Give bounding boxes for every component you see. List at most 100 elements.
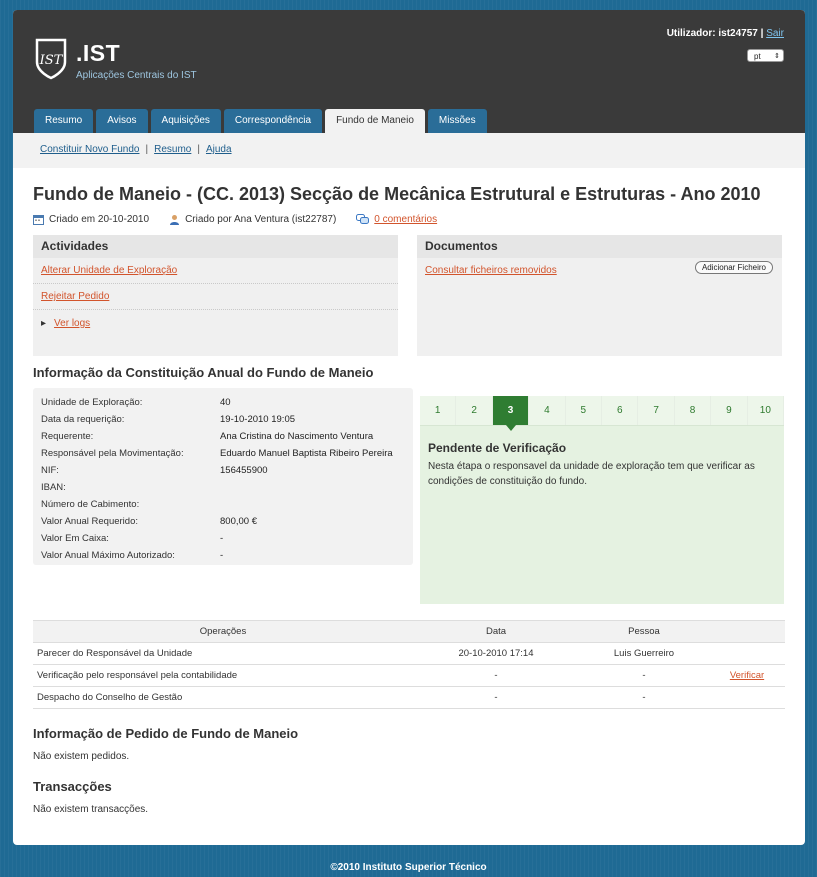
- info-row: Data da requerição: 19-10-2010 19:05: [41, 411, 405, 428]
- subnav-ajuda[interactable]: Ajuda: [206, 144, 232, 155]
- info-value: 156455900: [220, 465, 268, 476]
- info-key: Número de Cabimento:: [41, 499, 140, 510]
- col-action: [709, 620, 785, 643]
- info-row: IBAN:: [41, 479, 405, 496]
- sub-navigation: Constituir Novo Fundo | Resumo | Ajuda: [13, 133, 805, 168]
- documents-panel: Documentos Consultar ficheiros removidos…: [417, 235, 782, 356]
- transactions-title: Transacções: [33, 779, 112, 794]
- brand-name[interactable]: .IST: [76, 40, 120, 67]
- info-section-title: Informação da Constituição Anual do Fund…: [33, 365, 374, 380]
- info-value: 40: [220, 397, 231, 408]
- tab-correspondencia[interactable]: Correspondência: [223, 109, 323, 133]
- reject-request-link[interactable]: Rejeitar Pedido: [33, 284, 398, 310]
- operations-header-row: Operações Data Pessoa: [33, 620, 785, 643]
- op-name: Verificação pelo responsável pela contab…: [33, 664, 413, 687]
- page-meta: Criado em 20-10-2010 Criado por Ana Vent…: [33, 214, 457, 225]
- process-step-9[interactable]: 9: [711, 396, 748, 425]
- subnav-constituir-novo-fundo[interactable]: Constituir Novo Fundo: [40, 144, 140, 155]
- select-arrows-icon: ⇕: [774, 53, 780, 60]
- page-frame: IST .IST Aplicações Centrais do IST Util…: [13, 10, 805, 845]
- info-key: Valor Em Caixa:: [41, 533, 109, 544]
- comments-icon: [356, 214, 370, 224]
- user-info: Utilizador: ist24757 | Sair: [667, 28, 784, 39]
- status-title: Pendente de Verificação: [428, 441, 567, 455]
- subnav-resumo[interactable]: Resumo: [154, 144, 191, 155]
- info-key: Valor Anual Requerido:: [41, 516, 138, 527]
- removed-files-link[interactable]: Consultar ficheiros removidos: [425, 265, 557, 276]
- info-row: Valor Em Caixa: -: [41, 530, 405, 547]
- info-row: NIF: 156455900: [41, 462, 405, 479]
- header: IST .IST Aplicações Centrais do IST Util…: [13, 10, 805, 133]
- op-action: [709, 686, 785, 709]
- comments-link[interactable]: 0 comentários: [374, 214, 437, 225]
- info-key: IBAN:: [41, 482, 66, 493]
- op-person: -: [579, 686, 709, 709]
- col-pessoa: Pessoa: [579, 620, 709, 643]
- process-panel: 1 2 3 4 5 6 7 8 9 10 Pendente de Verific…: [420, 396, 785, 604]
- op-action: [709, 642, 785, 665]
- info-row: Requerente: Ana Cristina do Nascimento Ve…: [41, 428, 405, 445]
- user-label: Utilizador: ist24757 |: [666, 28, 764, 39]
- process-step-5[interactable]: 5: [565, 396, 603, 425]
- add-file-button[interactable]: Adicionar Ficheiro: [694, 261, 773, 274]
- process-step-1[interactable]: 1: [420, 396, 457, 425]
- op-date: -: [413, 686, 579, 709]
- process-step-2[interactable]: 2: [456, 396, 493, 425]
- verify-link[interactable]: Verificar: [730, 670, 764, 681]
- op-date: -: [413, 664, 579, 687]
- col-operacoes: Operações: [33, 620, 413, 643]
- calendar-icon: [33, 215, 44, 225]
- documents-title: Documentos: [417, 235, 782, 258]
- logout-link[interactable]: Sair: [766, 28, 784, 39]
- process-step-6[interactable]: 6: [602, 396, 639, 425]
- op-action: Verificar: [709, 664, 785, 687]
- activities-panel: Actividades Alterar Unidade de Exploraçã…: [33, 235, 398, 356]
- change-unit-link[interactable]: Alterar Unidade de Exploração: [33, 258, 398, 284]
- activities-title: Actividades: [33, 235, 398, 258]
- process-step-10[interactable]: 10: [747, 396, 785, 425]
- main-tabs: Resumo Avisos Aquisições Correspondência…: [34, 109, 487, 133]
- process-step-7[interactable]: 7: [638, 396, 675, 425]
- bullet-icon: ▸: [41, 318, 47, 329]
- info-value: -: [220, 550, 224, 561]
- info-value: 19-10-2010 19:05: [220, 414, 296, 425]
- tab-aquisicoes[interactable]: Aquisições: [150, 109, 221, 133]
- view-logs-link[interactable]: Ver logs: [54, 318, 90, 329]
- tab-resumo[interactable]: Resumo: [34, 109, 94, 133]
- requests-empty: Não existem pedidos.: [33, 751, 130, 762]
- transactions-empty: Não existem transacções.: [33, 804, 149, 815]
- info-key: Valor Anual Máximo Autorizado:: [41, 550, 175, 561]
- info-row: Unidade de Exploração: 40: [41, 394, 405, 411]
- col-data: Data: [413, 620, 579, 643]
- info-row: Valor Anual Requerido: 800,00 €: [41, 513, 405, 530]
- comments: 0 comentários: [356, 214, 437, 225]
- footer-copyright: ©2010 Instituto Superior Técnico: [330, 862, 487, 873]
- op-person: Luis Guerreiro: [579, 642, 709, 665]
- info-row: Responsável pela Movimentação: Eduardo Ma…: [41, 445, 405, 462]
- language-value: pt: [754, 52, 761, 61]
- operations-table: Operações Data Pessoa Parecer do Respons…: [33, 620, 785, 709]
- table-row: Verificação pelo responsável pela contab…: [33, 664, 785, 687]
- created-by: Criado por Ana Ventura (ist22787): [169, 214, 336, 225]
- info-value: Eduardo Manuel Baptista Ribeiro Pereira: [220, 448, 393, 459]
- tab-avisos[interactable]: Avisos: [96, 109, 148, 133]
- table-row: Parecer do Responsável da Unidade 20-10-…: [33, 642, 785, 665]
- process-step-3-current[interactable]: 3: [492, 396, 530, 431]
- user-icon: [170, 215, 180, 225]
- svg-text:IST: IST: [39, 53, 64, 68]
- status-description: Nesta étapa o responsavel da unidade de …: [428, 461, 755, 487]
- tab-fundo-de-maneio[interactable]: Fundo de Maneio: [325, 109, 425, 133]
- language-select[interactable]: pt ⇕: [747, 49, 784, 62]
- info-key: Unidade de Exploração:: [41, 397, 143, 408]
- created-date: Criado em 20-10-2010: [33, 214, 149, 225]
- info-value: 800,00 €: [220, 516, 257, 527]
- tab-missoes[interactable]: Missões: [427, 109, 487, 133]
- info-value: Ana Cristina do Nascimento Ventura: [220, 431, 374, 442]
- logs-row: ▸ Ver logs: [33, 310, 398, 337]
- created-by-text: Criado por Ana Ventura (ist22787): [185, 214, 337, 225]
- page-title: Fundo de Maneio - (CC. 2013) Secção de M…: [33, 184, 761, 204]
- created-date-text: Criado em 20-10-2010: [49, 214, 150, 225]
- process-step-4[interactable]: 4: [529, 396, 566, 425]
- info-panel: Unidade de Exploração: 40 Data da requeri…: [33, 388, 413, 565]
- process-step-8[interactable]: 8: [674, 396, 712, 425]
